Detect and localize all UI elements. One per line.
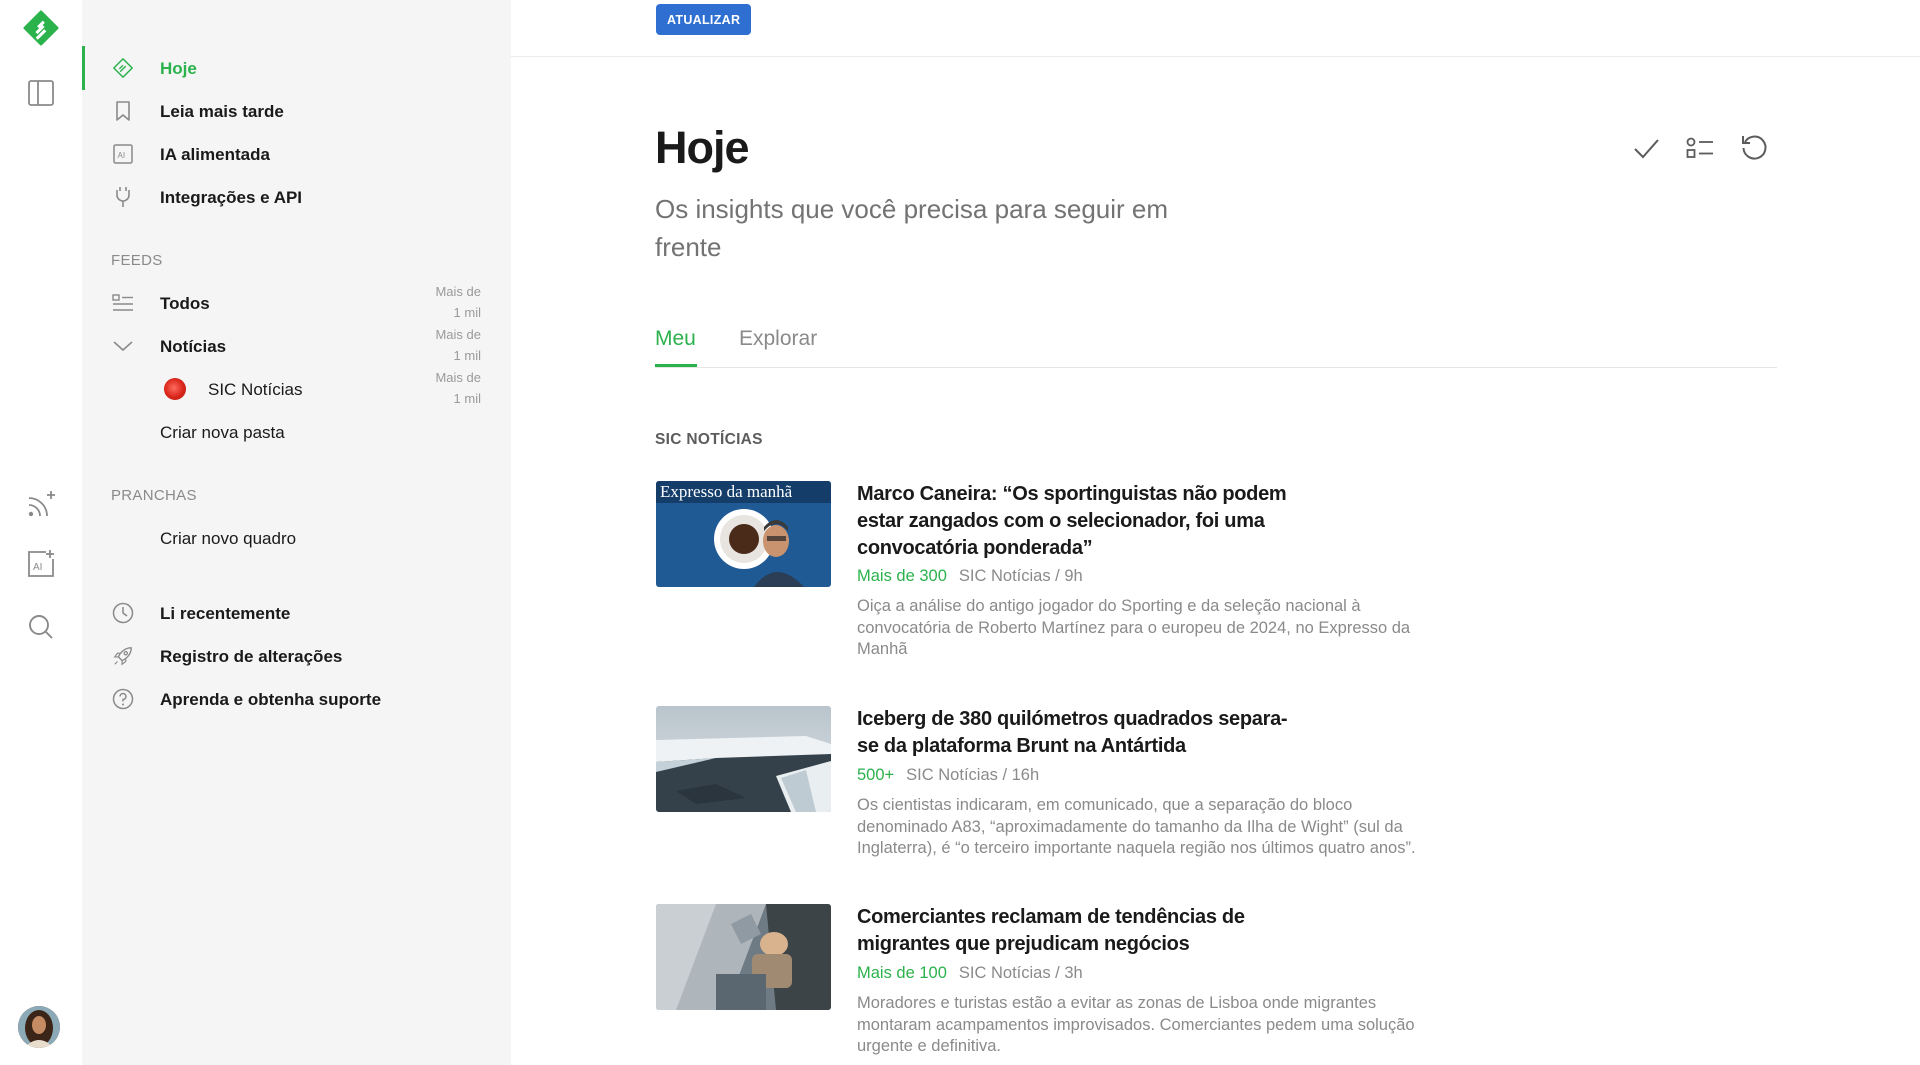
boards-section-title: PRANCHAS bbox=[111, 487, 197, 504]
refresh-icon bbox=[1742, 135, 1767, 160]
help-icon bbox=[112, 688, 134, 710]
article-meta: 500+ SIC Notícias / 16h bbox=[857, 766, 1039, 785]
svg-text:AI: AI bbox=[33, 562, 42, 573]
count-line: 1 mil bbox=[453, 348, 481, 363]
top-bar: ATUALIZAR bbox=[511, 0, 1920, 57]
feedly-logo-icon[interactable] bbox=[21, 8, 61, 48]
clock-icon bbox=[112, 602, 134, 624]
article-source: SIC Notícias / 3h bbox=[958, 964, 1083, 982]
unread-count: Mais de 1 mil bbox=[411, 281, 481, 323]
sidebar-item-recently-read[interactable]: Li recentemente bbox=[82, 593, 511, 633]
today-icon bbox=[112, 57, 134, 79]
popularity: Mais de 300 bbox=[857, 567, 947, 585]
checkmark-icon bbox=[1634, 139, 1659, 159]
ai-feed-icon[interactable]: AI bbox=[21, 544, 61, 584]
tab-my[interactable]: Meu bbox=[655, 327, 696, 351]
sidebar-item-label: SIC Notícias bbox=[208, 380, 303, 399]
sidebar-item-help[interactable]: Aprenda e obtenha suporte bbox=[82, 679, 511, 719]
article-source: SIC Notícias / 16h bbox=[906, 766, 1040, 784]
plug-icon bbox=[112, 186, 134, 208]
layout-options-button[interactable] bbox=[1683, 131, 1717, 165]
article-meta: Mais de 300 SIC Notícias / 9h bbox=[857, 567, 1083, 586]
mark-as-read-button[interactable] bbox=[1629, 131, 1663, 165]
article-source: SIC Notícias / 9h bbox=[958, 567, 1083, 585]
sidebar-item-today[interactable]: Hoje bbox=[82, 48, 511, 88]
tab-bar: Meu Explorar bbox=[655, 324, 1777, 368]
chevron-down-icon[interactable] bbox=[112, 335, 134, 357]
sidebar-item-ai-feeds[interactable]: AI IA alimentada bbox=[82, 134, 511, 174]
avatar[interactable] bbox=[18, 1006, 60, 1048]
article-title[interactable]: Comerciantes reclamam de tendências de m… bbox=[857, 904, 1297, 958]
sidebar-item-label: Leia mais tarde bbox=[160, 102, 284, 121]
sidebar-item-label: Li recentemente bbox=[160, 604, 291, 623]
create-folder-link[interactable]: Criar nova pasta bbox=[82, 412, 511, 452]
feeds-section-title: FEEDS bbox=[111, 252, 163, 269]
sidebar-item-label: IA alimentada bbox=[160, 145, 270, 164]
page-subtitle: Os insights que você precisa para seguir… bbox=[655, 194, 1169, 262]
list-icon bbox=[112, 292, 134, 314]
page-title: Hoje bbox=[655, 122, 750, 173]
sidebar-item-label: Todos bbox=[160, 294, 210, 313]
bookmark-icon bbox=[112, 100, 134, 122]
unread-count: Mais de 1 mil bbox=[411, 367, 481, 409]
sidebar-item-integrations[interactable]: Integrações e API bbox=[82, 177, 511, 217]
create-board-label: Criar novo quadro bbox=[160, 529, 297, 548]
sidebar-item-label: Aprenda e obtenha suporte bbox=[160, 690, 382, 709]
article-summary: Moradores e turistas estão a evitar as z… bbox=[857, 994, 1415, 1055]
sidebar-toggle-icon[interactable] bbox=[21, 73, 61, 113]
popularity: 500+ bbox=[857, 766, 895, 784]
sic-noticias-favicon bbox=[164, 378, 186, 400]
sidebar-item-label: Hoje bbox=[160, 59, 197, 78]
article-meta: Mais de 100 SIC Notícias / 3h bbox=[857, 964, 1083, 983]
source-heading: SIC NOTÍCIAS bbox=[655, 431, 763, 448]
sidebar-item-label: Registro de alterações bbox=[160, 647, 343, 666]
icon-rail: AI bbox=[0, 0, 82, 1065]
sidebar-item-read-later[interactable]: Leia mais tarde bbox=[82, 91, 511, 131]
sidebar-item-changelog[interactable]: Registro de alterações bbox=[82, 636, 511, 676]
article-thumbnail bbox=[656, 706, 831, 812]
create-board-link[interactable]: Criar novo quadro bbox=[82, 518, 511, 558]
count-line: Mais de bbox=[435, 284, 481, 299]
add-feed-icon[interactable] bbox=[21, 484, 61, 524]
thumbnail-caption: Expresso da manhã bbox=[660, 482, 793, 501]
article-thumbnail: Expresso da manhã bbox=[656, 481, 831, 587]
sidebar: Hoje Leia mais tarde AI IA alimentada In… bbox=[82, 0, 511, 1065]
count-line: 1 mil bbox=[453, 391, 481, 406]
article-title[interactable]: Iceberg de 380 quilómetros quadrados sep… bbox=[857, 706, 1297, 760]
rocket-icon bbox=[112, 645, 134, 667]
sidebar-item-label: Notícias bbox=[160, 337, 227, 356]
article-summary: Os cientistas indicaram, em comunicado, … bbox=[857, 796, 1416, 857]
list-layout-icon bbox=[1686, 137, 1713, 158]
tab-explore[interactable]: Explorar bbox=[739, 327, 817, 351]
unread-count: Mais de 1 mil bbox=[411, 324, 481, 366]
main-content: ATUALIZAR Hoje Os insights que você prec… bbox=[511, 0, 1920, 1065]
active-tab-underline bbox=[655, 364, 697, 367]
article-title[interactable]: Marco Caneira: “Os sportinguistas não po… bbox=[857, 481, 1297, 562]
popularity: Mais de 100 bbox=[857, 964, 947, 982]
refresh-icon-button[interactable] bbox=[1737, 131, 1771, 165]
svg-text:AI: AI bbox=[118, 151, 126, 160]
article-summary: Oiça a análise do antigo jogador do Spor… bbox=[857, 597, 1411, 658]
sidebar-item-label: Integrações e API bbox=[160, 188, 303, 207]
search-icon[interactable] bbox=[21, 607, 61, 647]
create-folder-label: Criar nova pasta bbox=[160, 423, 285, 442]
count-line: Mais de bbox=[435, 370, 481, 385]
ai-icon: AI bbox=[112, 143, 134, 165]
count-line: Mais de bbox=[435, 327, 481, 342]
refresh-button[interactable]: ATUALIZAR bbox=[656, 4, 752, 35]
article-thumbnail bbox=[656, 904, 831, 1010]
count-line: 1 mil bbox=[453, 305, 481, 320]
